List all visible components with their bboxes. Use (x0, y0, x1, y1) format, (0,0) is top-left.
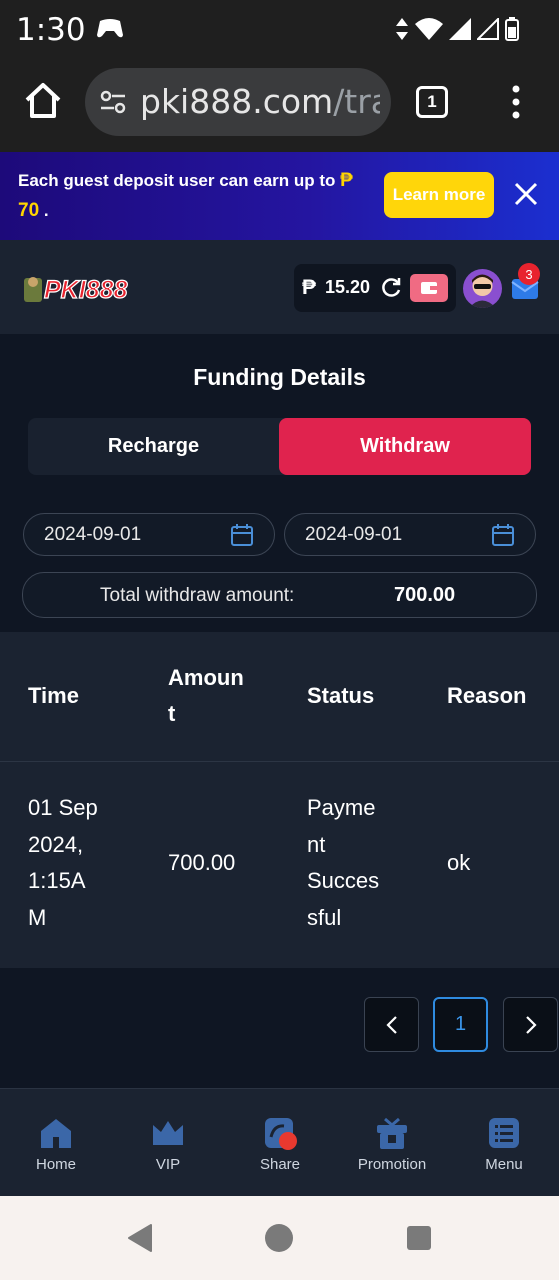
table-header: Time Amoun t Status Reason (0, 632, 559, 762)
crown-icon (153, 1121, 183, 1145)
calendar-icon[interactable] (491, 523, 515, 547)
site-settings-icon[interactable] (99, 88, 127, 116)
chevron-left-icon (385, 1015, 397, 1034)
home-icon (41, 1119, 71, 1148)
site-header: PKI888 ₱ 15.20 (0, 240, 559, 334)
bottom-navigation: Home VIP Share Promotion Menu (0, 1088, 559, 1196)
mail-badge: 3 (518, 263, 540, 285)
header-amount: Amoun t (168, 660, 244, 732)
cell-time-line: 2024, (28, 831, 84, 857)
start-date-field[interactable]: 2024-09-01 (23, 513, 275, 556)
end-date-value: 2024-09-01 (305, 524, 403, 545)
cell-time-line: M (28, 904, 47, 930)
balance-box: ₱ 15.20 (294, 264, 456, 312)
promo-suffix: . (43, 201, 49, 220)
status-bar: 1:30 (0, 0, 559, 60)
cell-reason: ok (447, 850, 471, 875)
user-avatar-icon (469, 274, 496, 308)
wifi-icon (415, 18, 443, 40)
share-icon (265, 1118, 297, 1150)
nav-menu[interactable]: Menu (448, 1089, 559, 1197)
cell-status-line: Payme (307, 795, 376, 820)
header-status: Status (307, 683, 375, 708)
home-circle-icon[interactable] (264, 1223, 294, 1253)
address-bar[interactable]: pki888.com/tra (85, 68, 391, 136)
promo-text: Each guest deposit user can earn up to ₱… (18, 166, 363, 226)
page-title: Funding Details (193, 364, 366, 390)
chevron-right-icon (525, 1015, 537, 1034)
browser-toolbar: pki888.com/tra 1 (0, 60, 559, 152)
cell-status-line: nt (307, 831, 326, 857)
header-amount-line1: Amoun (168, 665, 244, 690)
signal-icon (449, 18, 471, 40)
nav-promotion-label: Promotion (357, 1156, 427, 1173)
tab-switcher-button[interactable]: 1 (416, 86, 448, 118)
promo-amount: 70 (18, 200, 40, 221)
promo-currency: ₱ (340, 170, 353, 191)
url-domain: pki888.com (140, 82, 334, 121)
more-options-icon[interactable] (508, 84, 524, 120)
cell-status-line: Succes (307, 868, 380, 893)
nav-promotion[interactable]: Promotion (336, 1089, 448, 1197)
learn-more-button[interactable]: Learn more (384, 172, 494, 218)
url-path: /tra (333, 82, 380, 121)
status-time: 1:30 (16, 12, 86, 48)
nav-menu-label: Menu (485, 1156, 523, 1173)
cell-time-line: 01 Sep (28, 795, 98, 820)
tab-withdraw[interactable]: Withdraw (279, 418, 531, 475)
pagination-page-1[interactable]: 1 (433, 997, 488, 1052)
funding-tabs: Recharge Withdraw (28, 418, 531, 475)
table-row: 01 Sep 2024, 1:15A M 700.00 Payme nt Suc… (0, 763, 559, 968)
promo-message: Each guest deposit user can earn up to (18, 171, 336, 190)
recents-icon[interactable] (405, 1224, 433, 1252)
browser-home-icon[interactable] (22, 80, 64, 122)
header-time: Time (28, 683, 79, 708)
android-navigation-bar (0, 1196, 559, 1280)
tab-recharge[interactable]: Recharge (28, 418, 279, 475)
wallet-icon (421, 282, 437, 294)
signal-empty-icon (477, 18, 499, 40)
records-table: Time Amoun t Status Reason 01 Sep 2024, … (0, 632, 559, 968)
back-icon[interactable] (125, 1223, 155, 1253)
logo-text: PKI888 (44, 276, 127, 304)
nav-vip-label: VIP (155, 1156, 181, 1173)
cell-amount: 700.00 (168, 850, 236, 875)
refresh-icon[interactable] (380, 277, 402, 299)
nav-home-label: Home (35, 1156, 76, 1173)
close-icon[interactable] (512, 180, 540, 208)
pagination-prev-button[interactable] (364, 997, 419, 1052)
cell-time-line: 1:15A (28, 868, 86, 893)
controller-icon (97, 19, 123, 38)
header-amount-line2: t (168, 701, 176, 726)
start-date-value: 2024-09-01 (44, 524, 142, 545)
total-value: 700.00 (394, 584, 456, 606)
data-arrows-icon (396, 18, 408, 40)
battery-icon (505, 17, 519, 41)
url-text[interactable]: pki888.com/tra (140, 82, 380, 121)
calendar-icon[interactable] (230, 523, 254, 547)
status-icons (395, 16, 519, 42)
wallet-button[interactable] (410, 274, 448, 302)
total-withdraw-box: Total withdraw amount: 700.00 (22, 572, 537, 618)
cell-status: Payme nt Succes sful (307, 790, 379, 936)
cell-status-line: sful (307, 904, 342, 930)
nav-vip[interactable]: VIP (112, 1089, 224, 1197)
nav-share[interactable]: Share (224, 1089, 336, 1197)
menu-icon (489, 1118, 519, 1148)
cell-time: 01 Sep 2024, 1:15A M (28, 790, 98, 936)
avatar[interactable] (463, 269, 502, 308)
pagination-next-button[interactable] (503, 997, 558, 1052)
promo-banner: Each guest deposit user can earn up to ₱… (0, 152, 559, 240)
gift-icon (377, 1117, 407, 1149)
total-label: Total withdraw amount: (100, 585, 295, 606)
nav-share-label: Share (259, 1156, 301, 1173)
nav-home[interactable]: Home (0, 1089, 112, 1197)
header-reason: Reason (447, 683, 527, 708)
peso-icon: ₱ (302, 276, 317, 299)
site-logo[interactable]: PKI888 (24, 274, 178, 304)
end-date-field[interactable]: 2024-09-01 (284, 513, 536, 556)
balance-value: 15.20 (325, 277, 371, 297)
main-content: Funding Details Recharge Withdraw 2024-0… (0, 334, 559, 1088)
